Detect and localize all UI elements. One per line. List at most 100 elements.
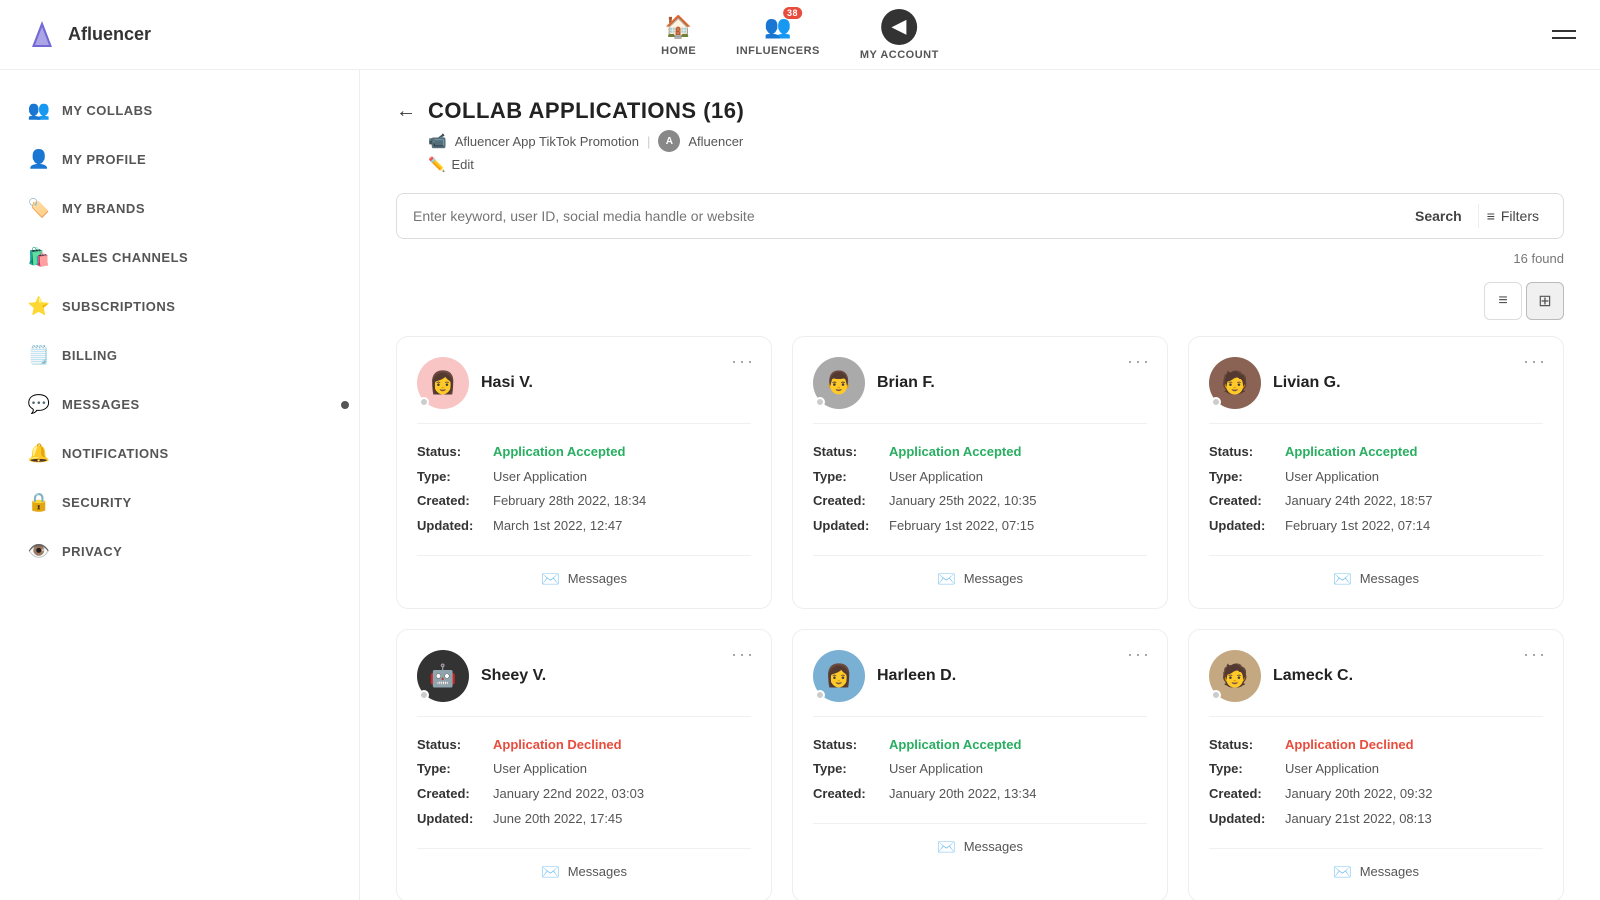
nav-my-account[interactable]: ◀ MY ACCOUNT [860, 9, 939, 61]
back-button[interactable]: ← [396, 100, 416, 123]
my-collabs-icon: 👥 [28, 100, 50, 121]
notifications-icon: 🔔 [28, 443, 50, 464]
my-account-icon: ◀ [881, 9, 917, 45]
divider: | [647, 134, 650, 149]
sidebar-item-subscriptions[interactable]: ⭐ SUBSCRIPTIONS [0, 282, 359, 331]
card-messages-button[interactable]: ✉️ Messages [813, 555, 1147, 588]
user-name: Livian G. [1273, 374, 1341, 392]
sidebar-item-billing[interactable]: 🗒️ BILLING [0, 331, 359, 380]
card-menu-button[interactable]: ··· [731, 644, 755, 665]
card-menu-button[interactable]: ··· [731, 351, 755, 372]
detail-status: Status: Application Declined [1209, 733, 1543, 758]
card-details: Status: Application Declined Type: User … [417, 733, 751, 832]
detail-created: Created: January 24th 2022, 18:57 [1209, 489, 1543, 514]
influencers-icon: 👥 38 [764, 13, 792, 41]
content-area: ← COLLAB APPLICATIONS (16) 📹 Afluencer A… [360, 70, 1600, 900]
card-details: Status: Application Accepted Type: User … [417, 440, 751, 539]
sidebar-item-sales-channels[interactable]: 🛍️ SALES CHANNELS [0, 233, 359, 282]
card-user-row: 🧑 Lameck C. [1209, 650, 1543, 717]
detail-created: Created: January 25th 2022, 10:35 [813, 489, 1147, 514]
messages-label: Messages [1360, 571, 1419, 586]
detail-type: Type: User Application [417, 757, 751, 782]
card-details: Status: Application Accepted Type: User … [813, 733, 1147, 807]
card-messages-button[interactable]: ✉️ Messages [1209, 848, 1543, 881]
cards-grid: ··· 👩 Hasi V. Status: Application Accept… [396, 336, 1564, 900]
main-layout: 👥 MY COLLABS 👤 MY PROFILE 🏷️ MY BRANDS 🛍… [0, 70, 1600, 900]
filter-button[interactable]: ≡ Filters [1478, 204, 1547, 228]
online-status-dot [1211, 397, 1221, 407]
sidebar-item-messages[interactable]: 💬 MESSAGES [0, 380, 359, 429]
sidebar-item-my-profile[interactable]: 👤 MY PROFILE [0, 135, 359, 184]
subscriptions-icon: ⭐ [28, 296, 50, 317]
billing-icon: 🗒️ [28, 345, 50, 366]
my-profile-icon: 👤 [28, 149, 50, 170]
card-menu-button[interactable]: ··· [1127, 644, 1151, 665]
detail-created: Created: January 20th 2022, 13:34 [813, 782, 1147, 807]
detail-type: Type: User Application [813, 465, 1147, 490]
user-name: Sheey V. [481, 667, 546, 685]
sidebar-item-security[interactable]: 🔒 SECURITY [0, 478, 359, 527]
card-menu-button[interactable]: ··· [1523, 644, 1547, 665]
sidebar-item-notifications[interactable]: 🔔 NOTIFICATIONS [0, 429, 359, 478]
messages-label: Messages [964, 839, 1023, 854]
list-icon: ≡ [1498, 292, 1507, 310]
card-5: ··· 🧑 Lameck C. Status: Application Decl… [1188, 629, 1564, 900]
message-icon: ✉️ [541, 863, 560, 881]
card-messages-button[interactable]: ✉️ Messages [813, 823, 1147, 856]
nav-home[interactable]: 🏠 HOME [661, 13, 696, 57]
detail-updated: Updated: March 1st 2022, 12:47 [417, 514, 751, 539]
user-avatar-wrap: 🧑 [1209, 650, 1261, 702]
sidebar: 👥 MY COLLABS 👤 MY PROFILE 🏷️ MY BRANDS 🛍… [0, 70, 360, 900]
sidebar-item-my-collabs[interactable]: 👥 MY COLLABS [0, 86, 359, 135]
security-icon: 🔒 [28, 492, 50, 513]
grid-view-button[interactable]: ⊞ [1526, 282, 1564, 320]
results-count: 16 found [1513, 251, 1564, 266]
privacy-icon: 👁️ [28, 541, 50, 562]
detail-updated: Updated: January 21st 2022, 08:13 [1209, 807, 1543, 832]
card-details: Status: Application Accepted Type: User … [813, 440, 1147, 539]
online-status-dot [419, 397, 429, 407]
sidebar-item-my-brands[interactable]: 🏷️ MY BRANDS [0, 184, 359, 233]
card-0: ··· 👩 Hasi V. Status: Application Accept… [396, 336, 772, 609]
results-row: 16 found [396, 251, 1564, 266]
card-messages-button[interactable]: ✉️ Messages [1209, 555, 1543, 588]
messages-label: Messages [568, 571, 627, 586]
sidebar-item-privacy[interactable]: 👁️ PRIVACY [0, 527, 359, 576]
detail-updated: Updated: February 1st 2022, 07:14 [1209, 514, 1543, 539]
message-icon: ✉️ [937, 838, 956, 856]
card-messages-button[interactable]: ✉️ Messages [417, 848, 751, 881]
card-user-row: 👩 Hasi V. [417, 357, 751, 424]
detail-status: Status: Application Declined [417, 733, 751, 758]
search-input[interactable] [413, 208, 1399, 224]
notification-dot [341, 401, 349, 409]
card-menu-button[interactable]: ··· [1523, 351, 1547, 372]
nav-influencers[interactable]: 👥 38 INFLUENCERS [736, 13, 820, 57]
card-details: Status: Application Declined Type: User … [1209, 733, 1543, 832]
card-menu-button[interactable]: ··· [1127, 351, 1151, 372]
collab-info-row: 📹 Afluencer App TikTok Promotion | A Afl… [428, 130, 1564, 152]
logo-text: Afluencer [68, 24, 151, 45]
search-button[interactable]: Search [1407, 204, 1470, 228]
top-nav-center: 🏠 HOME 👥 38 INFLUENCERS ◀ MY ACCOUNT [661, 9, 939, 61]
card-user-row: 🧑 Livian G. [1209, 357, 1543, 424]
edit-row[interactable]: ✏️ Edit [428, 156, 1564, 173]
message-icon: ✉️ [1333, 570, 1352, 588]
card-2: ··· 🧑 Livian G. Status: Application Acce… [1188, 336, 1564, 609]
card-user-row: 🤖 Sheey V. [417, 650, 751, 717]
user-name: Lameck C. [1273, 667, 1353, 685]
message-icon: ✉️ [1333, 863, 1352, 881]
edit-label: Edit [451, 157, 473, 172]
list-view-button[interactable]: ≡ [1484, 282, 1522, 320]
messages-label: Messages [568, 864, 627, 879]
brand-avatar: A [658, 130, 680, 152]
detail-status: Status: Application Accepted [813, 440, 1147, 465]
user-avatar-wrap: 🧑 [1209, 357, 1261, 409]
detail-created: Created: February 28th 2022, 18:34 [417, 489, 751, 514]
hamburger-menu[interactable] [1552, 30, 1576, 39]
detail-type: Type: User Application [1209, 465, 1543, 490]
filter-icon: ≡ [1487, 208, 1495, 224]
card-messages-button[interactable]: ✉️ Messages [417, 555, 751, 588]
user-avatar-wrap: 👩 [813, 650, 865, 702]
messages-label: Messages [1360, 864, 1419, 879]
logo[interactable]: Afluencer [24, 17, 151, 53]
